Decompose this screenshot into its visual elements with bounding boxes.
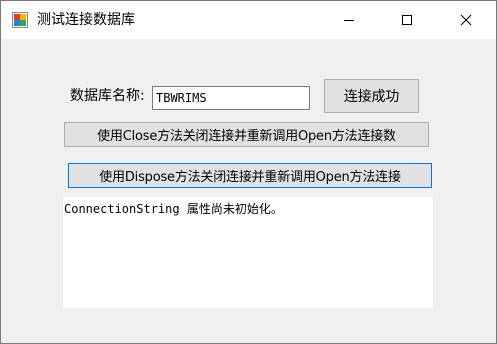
dispose-reopen-label: 使用Dispose方法关闭连接并重新调用Open方法连接 [99, 170, 401, 185]
app-icon [12, 12, 28, 28]
maximize-icon [402, 15, 412, 25]
window-title: 测试连接数据库 [37, 12, 135, 28]
title-bar[interactable]: 测试连接数据库 [1, 1, 496, 39]
close-reopen-button[interactable]: 使用Close方法关闭连接并重新调用Open方法连接数 [64, 122, 429, 147]
app-window: 测试连接数据库 数据库名称: 连接成功 使用Close方法关闭连接并重新调用Op… [0, 0, 497, 344]
db-name-input[interactable] [152, 86, 310, 110]
output-textbox[interactable]: ConnectionString 属性尚未初始化。 [63, 197, 433, 308]
db-name-label: 数据库名称: [70, 88, 145, 104]
connection-status-button[interactable]: 连接成功 [324, 79, 419, 113]
minimize-icon [344, 20, 354, 21]
maximize-button[interactable] [384, 1, 430, 39]
close-icon [460, 14, 472, 26]
close-button[interactable] [443, 1, 489, 39]
minimize-button[interactable] [326, 1, 372, 39]
dispose-reopen-button[interactable]: 使用Dispose方法关闭连接并重新调用Open方法连接 [68, 163, 432, 188]
close-reopen-label: 使用Close方法关闭连接并重新调用Open方法连接数 [97, 129, 396, 144]
connection-status-label: 连接成功 [343, 89, 400, 105]
